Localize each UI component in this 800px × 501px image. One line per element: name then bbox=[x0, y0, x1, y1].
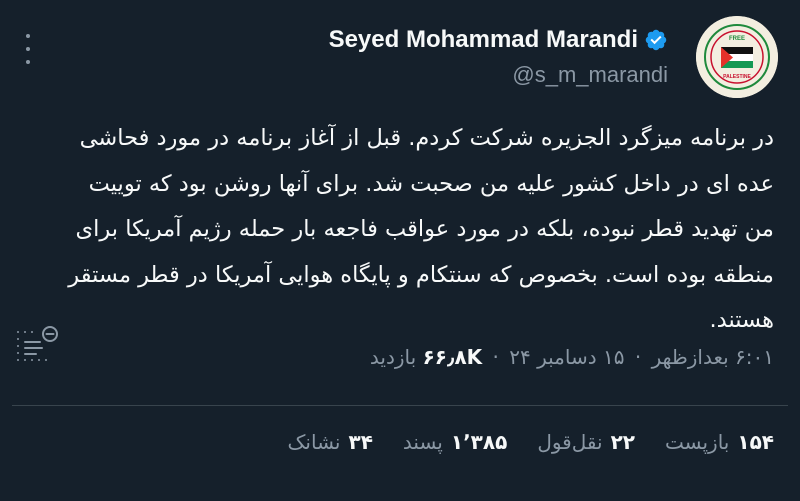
avatar-caption-top: FREE bbox=[729, 36, 745, 42]
retweets-count: ۱۵۴ bbox=[737, 430, 774, 454]
display-name[interactable]: Seyed Mohammad Marandi bbox=[329, 26, 638, 54]
engagement-stats: ۱۵۴ بازپست ۲۲ نقل‌قول ۱٬۳۸۵ پسند ۳۴ نشان… bbox=[288, 430, 774, 454]
views-count[interactable]: ۶۶٫۸K bbox=[423, 345, 483, 369]
author-block: Seyed Mohammad Marandi @s_m_marandi bbox=[329, 22, 668, 88]
meta-separator: · bbox=[634, 345, 642, 369]
avatar-image: FREE PALESTINE bbox=[696, 16, 778, 98]
retweets-stat[interactable]: ۱۵۴ بازپست bbox=[665, 430, 774, 454]
quotes-stat[interactable]: ۲۲ نقل‌قول bbox=[537, 430, 635, 454]
bookmarks-label: نشانک bbox=[287, 430, 341, 454]
translate-icon[interactable] bbox=[12, 322, 62, 372]
verified-badge-icon bbox=[645, 29, 667, 51]
more-options-button[interactable] bbox=[20, 34, 36, 64]
tweet-time[interactable]: ۶:۰۱ بعدازظهر bbox=[652, 345, 774, 369]
tweet-date[interactable]: ۱۵ دسامبر ۲۴ bbox=[509, 345, 624, 369]
retweets-label: بازپست bbox=[665, 430, 730, 454]
avatar-caption-bottom: PALESTINE bbox=[723, 74, 751, 80]
meta-separator-2: · bbox=[492, 345, 499, 369]
likes-stat[interactable]: ۱٬۳۸۵ پسند bbox=[403, 430, 507, 454]
more-vertical-icon-dot bbox=[26, 47, 30, 51]
likes-label: پسند bbox=[402, 430, 443, 454]
more-vertical-icon-dot bbox=[26, 60, 30, 64]
likes-count: ۱٬۳۸۵ bbox=[450, 430, 508, 454]
tweet-page: Seyed Mohammad Marandi @s_m_marandi FREE… bbox=[0, 0, 800, 501]
name-row: Seyed Mohammad Marandi bbox=[329, 22, 668, 58]
views-label: بازدید bbox=[369, 345, 417, 369]
more-vertical-icon bbox=[26, 34, 30, 38]
bookmarks-stat[interactable]: ۳۴ نشانک bbox=[288, 430, 373, 454]
tweet-text: در برنامه میزگرد الجزیره شرکت کردم. قبل … bbox=[68, 125, 774, 333]
handle[interactable]: @s_m_marandi bbox=[329, 62, 668, 88]
divider bbox=[12, 405, 788, 406]
tweet-meta: ۶:۰۱ بعدازظهر · ۱۵ دسامبر ۲۴ · ۶۶٫۸K باز… bbox=[370, 345, 774, 369]
bookmarks-count: ۳۴ bbox=[348, 430, 373, 454]
quotes-count: ۲۲ bbox=[610, 430, 635, 454]
avatar[interactable]: FREE PALESTINE bbox=[696, 16, 778, 98]
quotes-label: نقل‌قول bbox=[537, 430, 603, 454]
